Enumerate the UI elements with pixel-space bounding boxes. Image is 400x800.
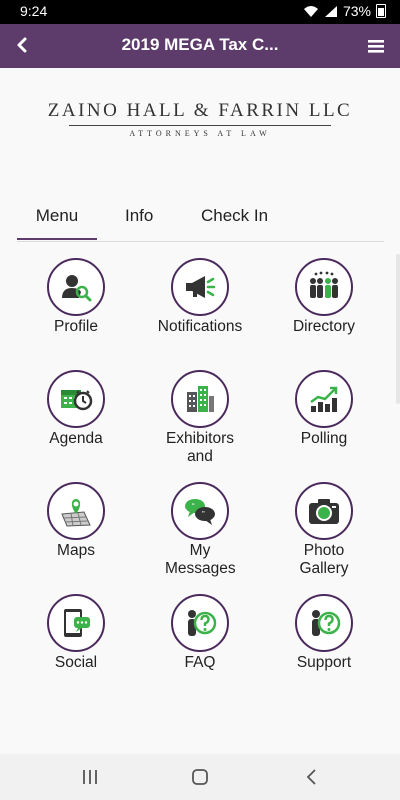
menu-item-label: Exhibitors and: [165, 430, 235, 465]
menu-item-label: Profile: [54, 318, 98, 335]
phone-chat-icon: [64, 609, 90, 637]
firm-logo: ZAINO HALL & FARRIN LLC ATTORNEYS AT LAW: [0, 100, 400, 150]
menu-item-exhibitors[interactable]: Exhibitors and: [140, 370, 260, 466]
person-question-icon: [312, 610, 341, 636]
menu-item-label: Maps: [57, 542, 95, 559]
map-pin-icon: [61, 499, 91, 527]
profile-icon: [62, 275, 92, 302]
app-bar: 2019 MEGA Tax C...: [0, 24, 400, 68]
menu-item-social[interactable]: Social: [16, 594, 136, 672]
recent-apps-icon[interactable]: [78, 766, 102, 788]
menu-item-faq[interactable]: FAQ: [140, 594, 260, 672]
menu-item-notifications[interactable]: Notifications: [140, 258, 260, 336]
menu-item-my-messages[interactable]: “ ” My Messages: [140, 482, 260, 578]
chat-bubbles-icon: “ ”: [185, 499, 215, 525]
menu-item-maps[interactable]: Maps: [16, 482, 136, 560]
menu-item-support[interactable]: Support: [264, 594, 384, 672]
hamburger-menu-icon[interactable]: [362, 32, 390, 60]
menu-item-label: Support: [296, 654, 352, 671]
logo-divider: [69, 125, 331, 126]
buildings-icon: [187, 386, 214, 412]
status-bar: 9:24 73%: [0, 0, 400, 24]
logo-subtitle: ATTORNEYS AT LAW: [129, 129, 271, 138]
tab-check-in[interactable]: Check In: [201, 206, 268, 226]
calendar-clock-icon: [61, 390, 93, 411]
svg-text:“: “: [192, 502, 195, 511]
svg-text:”: ”: [202, 510, 205, 519]
menu-item-polling[interactable]: Polling: [264, 370, 384, 448]
menu-item-label: Polling: [300, 430, 348, 447]
person-question-icon: [188, 610, 217, 636]
tab-info[interactable]: Info: [125, 206, 153, 226]
back-arrow-icon[interactable]: [8, 30, 38, 60]
logo-name: ZAINO HALL & FARRIN LLC: [47, 100, 353, 121]
menu-item-label: FAQ: [184, 654, 216, 671]
signal-icon: [324, 5, 337, 17]
camera-icon: [309, 499, 339, 524]
menu-item-label: Photo Gallery: [299, 542, 349, 577]
menu-item-label: Notifications: [157, 318, 243, 335]
battery-icon: [376, 4, 386, 18]
menu-item-label: Agenda: [49, 430, 103, 447]
menu-item-label: Social: [54, 654, 98, 671]
back-icon[interactable]: [300, 766, 324, 788]
menu-item-label: Directory: [292, 318, 355, 335]
wifi-icon: [303, 5, 318, 17]
people-icon: [310, 271, 338, 298]
tab-menu[interactable]: Menu: [17, 206, 97, 240]
battery-percent: 73%: [342, 3, 371, 19]
menu-item-label: My Messages: [165, 542, 236, 577]
tab-bar: Menu Info Check In: [17, 198, 384, 242]
scroll-indicator: [396, 254, 400, 404]
menu-item-directory[interactable]: Directory: [264, 258, 384, 336]
menu-item-profile[interactable]: Profile: [16, 258, 136, 336]
system-nav-bar: [0, 754, 400, 800]
menu-item-photo-gallery[interactable]: Photo Gallery: [264, 482, 384, 578]
status-time: 9:24: [20, 3, 48, 19]
menu-item-agenda[interactable]: Agenda: [16, 370, 136, 448]
megaphone-icon: [186, 276, 216, 298]
bar-chart-icon: [310, 386, 338, 412]
home-icon[interactable]: [188, 766, 212, 788]
page-title: 2019 MEGA Tax C...: [121, 35, 279, 54]
